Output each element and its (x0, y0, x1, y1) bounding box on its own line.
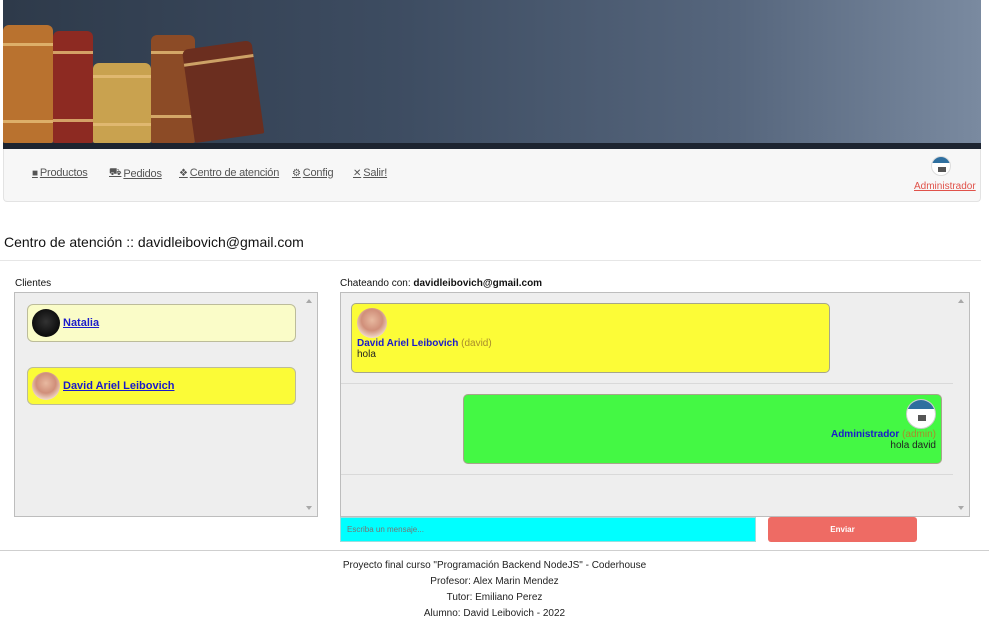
message-role: (admin) (902, 429, 936, 440)
book-icon: ■ (32, 167, 38, 179)
message-author: Administrador (830, 429, 900, 440)
list-item: Administrador (admin) hola david (341, 384, 953, 475)
message-text: hola david (890, 440, 936, 451)
nav-productos-label: Productos (39, 167, 88, 179)
header-banner-image (3, 0, 981, 149)
avatar (357, 308, 387, 338)
message-text: hola (357, 349, 376, 360)
client-name-link[interactable]: Natalia (63, 317, 99, 329)
footer-line: Alumno: David Leibovich - 2022 (423, 608, 566, 619)
nav-productos[interactable]: ■ Productos (32, 167, 88, 179)
nav-centro-atencion-label: Centro de atención (189, 167, 280, 179)
admin-avatar[interactable] (931, 156, 951, 176)
nav-centro-atencion[interactable]: ❖ Centro de atención (179, 167, 279, 179)
message-bubble: Administrador (admin) hola david (463, 394, 942, 464)
list-item: David Ariel Leibovich (david) hola (341, 293, 953, 384)
gear-icon: ⚙ (292, 167, 301, 179)
main-navbar: ■ Productos ⛟ Pedidos ❖ Centro de atenci… (3, 149, 981, 202)
chat-with-label: Chateando con: davidleibovich@gmail.com (340, 278, 542, 289)
nav-pedidos[interactable]: ⛟ Pedidos (109, 167, 162, 180)
scroll-up-icon[interactable] (306, 299, 312, 303)
client-name-link[interactable]: David Ariel Leibovich (63, 380, 174, 392)
scroll-down-icon[interactable] (958, 506, 964, 510)
nav-config[interactable]: ⚙ Config (292, 167, 334, 179)
admin-user-link[interactable]: Administrador (914, 181, 976, 192)
truck-icon: ⛟ (109, 167, 122, 178)
clients-label: Clientes (15, 278, 52, 289)
scroll-up-icon[interactable] (958, 299, 964, 303)
footer-line: Tutor: Emiliano Perez (446, 592, 543, 603)
footer-line: Profesor: Alex Marin Mendez (430, 576, 559, 587)
message-input[interactable] (340, 517, 756, 542)
nav-salir[interactable]: ✕ Salir! (353, 167, 387, 179)
scroll-down-icon[interactable] (306, 506, 312, 510)
footer-line: Proyecto final curso "Programación Backe… (342, 560, 647, 571)
chat-with-prefix: Chateando con: (340, 278, 414, 289)
message-role: (david) (461, 338, 492, 349)
client-item-david[interactable]: David Ariel Leibovich (27, 367, 296, 405)
close-icon: ✕ (353, 167, 362, 179)
message-author: David Ariel Leibovich (357, 338, 459, 349)
chat-with-email: davidleibovich@gmail.com (413, 278, 543, 289)
title-divider (0, 260, 981, 261)
footer: Proyecto final curso "Programación Backe… (0, 558, 989, 622)
nav-config-label: Config (302, 167, 334, 179)
client-item-natalia[interactable]: Natalia (27, 304, 296, 342)
clients-list: Natalia David Ariel Leibovich (14, 292, 318, 517)
chat-messages: David Ariel Leibovich (david) hola Admin… (340, 292, 970, 517)
nav-pedidos-label: Pedidos (123, 167, 162, 180)
page-title: Centro de atención :: davidleibovich@gma… (4, 234, 304, 250)
message-bubble: David Ariel Leibovich (david) hola (351, 303, 830, 373)
support-icon: ❖ (179, 167, 188, 179)
avatar (32, 309, 60, 337)
nav-salir-label: Salir! (363, 167, 388, 179)
scrollbar[interactable] (953, 293, 969, 516)
avatar (32, 372, 60, 400)
avatar (906, 399, 936, 429)
footer-divider (0, 550, 989, 551)
scrollbar[interactable] (301, 293, 317, 516)
send-button[interactable]: Enviar (768, 517, 917, 542)
